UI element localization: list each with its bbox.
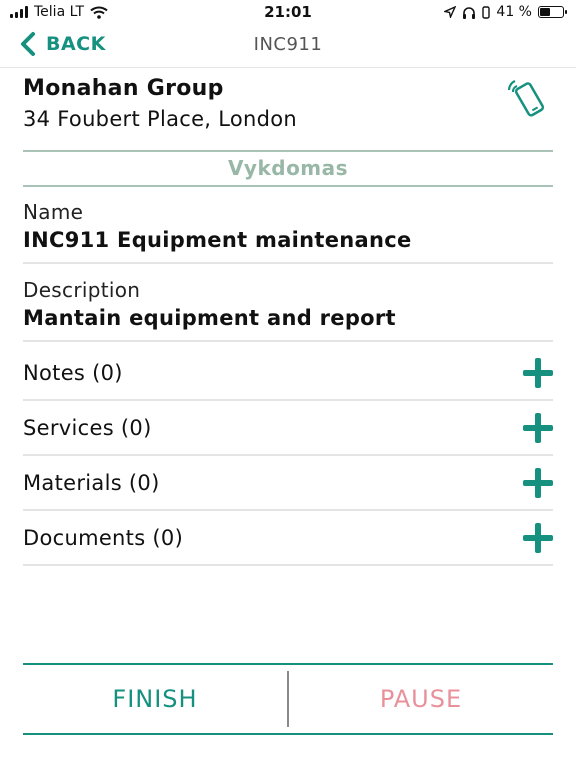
customer-address: 34 Foubert Place, London <box>23 107 298 131</box>
services-label: Services (0) <box>23 415 152 440</box>
description-label: Description <box>23 278 141 302</box>
documents-row[interactable]: Documents (0) <box>23 511 553 566</box>
materials-label: Materials (0) <box>23 470 160 495</box>
name-value: INC911 Equipment maintenance <box>23 228 412 252</box>
finish-button[interactable]: FINISH <box>23 685 287 713</box>
battery-percent: 41 % <box>496 4 532 20</box>
phone-call-icon[interactable] <box>501 78 553 122</box>
status-badge: Vykdomas <box>23 150 553 187</box>
customer-info: Monahan Group 34 Foubert Place, London <box>23 76 553 131</box>
location-icon <box>444 6 457 18</box>
notes-row[interactable]: Notes (0) <box>23 346 553 401</box>
name-field: Name INC911 Equipment maintenance <box>23 200 553 264</box>
documents-label: Documents (0) <box>23 525 184 550</box>
status-bar: Telia LT 21:01 41 % <box>0 0 576 24</box>
pause-button[interactable]: PAUSE <box>289 685 553 713</box>
materials-row[interactable]: Materials (0) <box>23 456 553 511</box>
name-label: Name <box>23 200 84 224</box>
page-title: INC911 <box>253 34 323 55</box>
add-note-icon[interactable] <box>523 357 553 388</box>
navigation-bar: BACK INC911 <box>0 24 576 68</box>
add-material-icon[interactable] <box>523 467 553 498</box>
notes-label: Notes (0) <box>23 360 123 385</box>
add-document-icon[interactable] <box>523 522 553 553</box>
action-bar: FINISH PAUSE <box>23 663 553 735</box>
description-value: Mantain equipment and report <box>23 306 396 330</box>
services-row[interactable]: Services (0) <box>23 401 553 456</box>
status-right: 41 % <box>444 4 567 20</box>
battery-icon <box>538 6 567 18</box>
headphones-icon <box>463 6 476 19</box>
add-service-icon[interactable] <box>523 412 553 443</box>
customer-name: Monahan Group <box>23 76 224 101</box>
orientation-lock-icon <box>482 5 491 19</box>
description-field: Description Mantain equipment and report <box>23 278 553 342</box>
